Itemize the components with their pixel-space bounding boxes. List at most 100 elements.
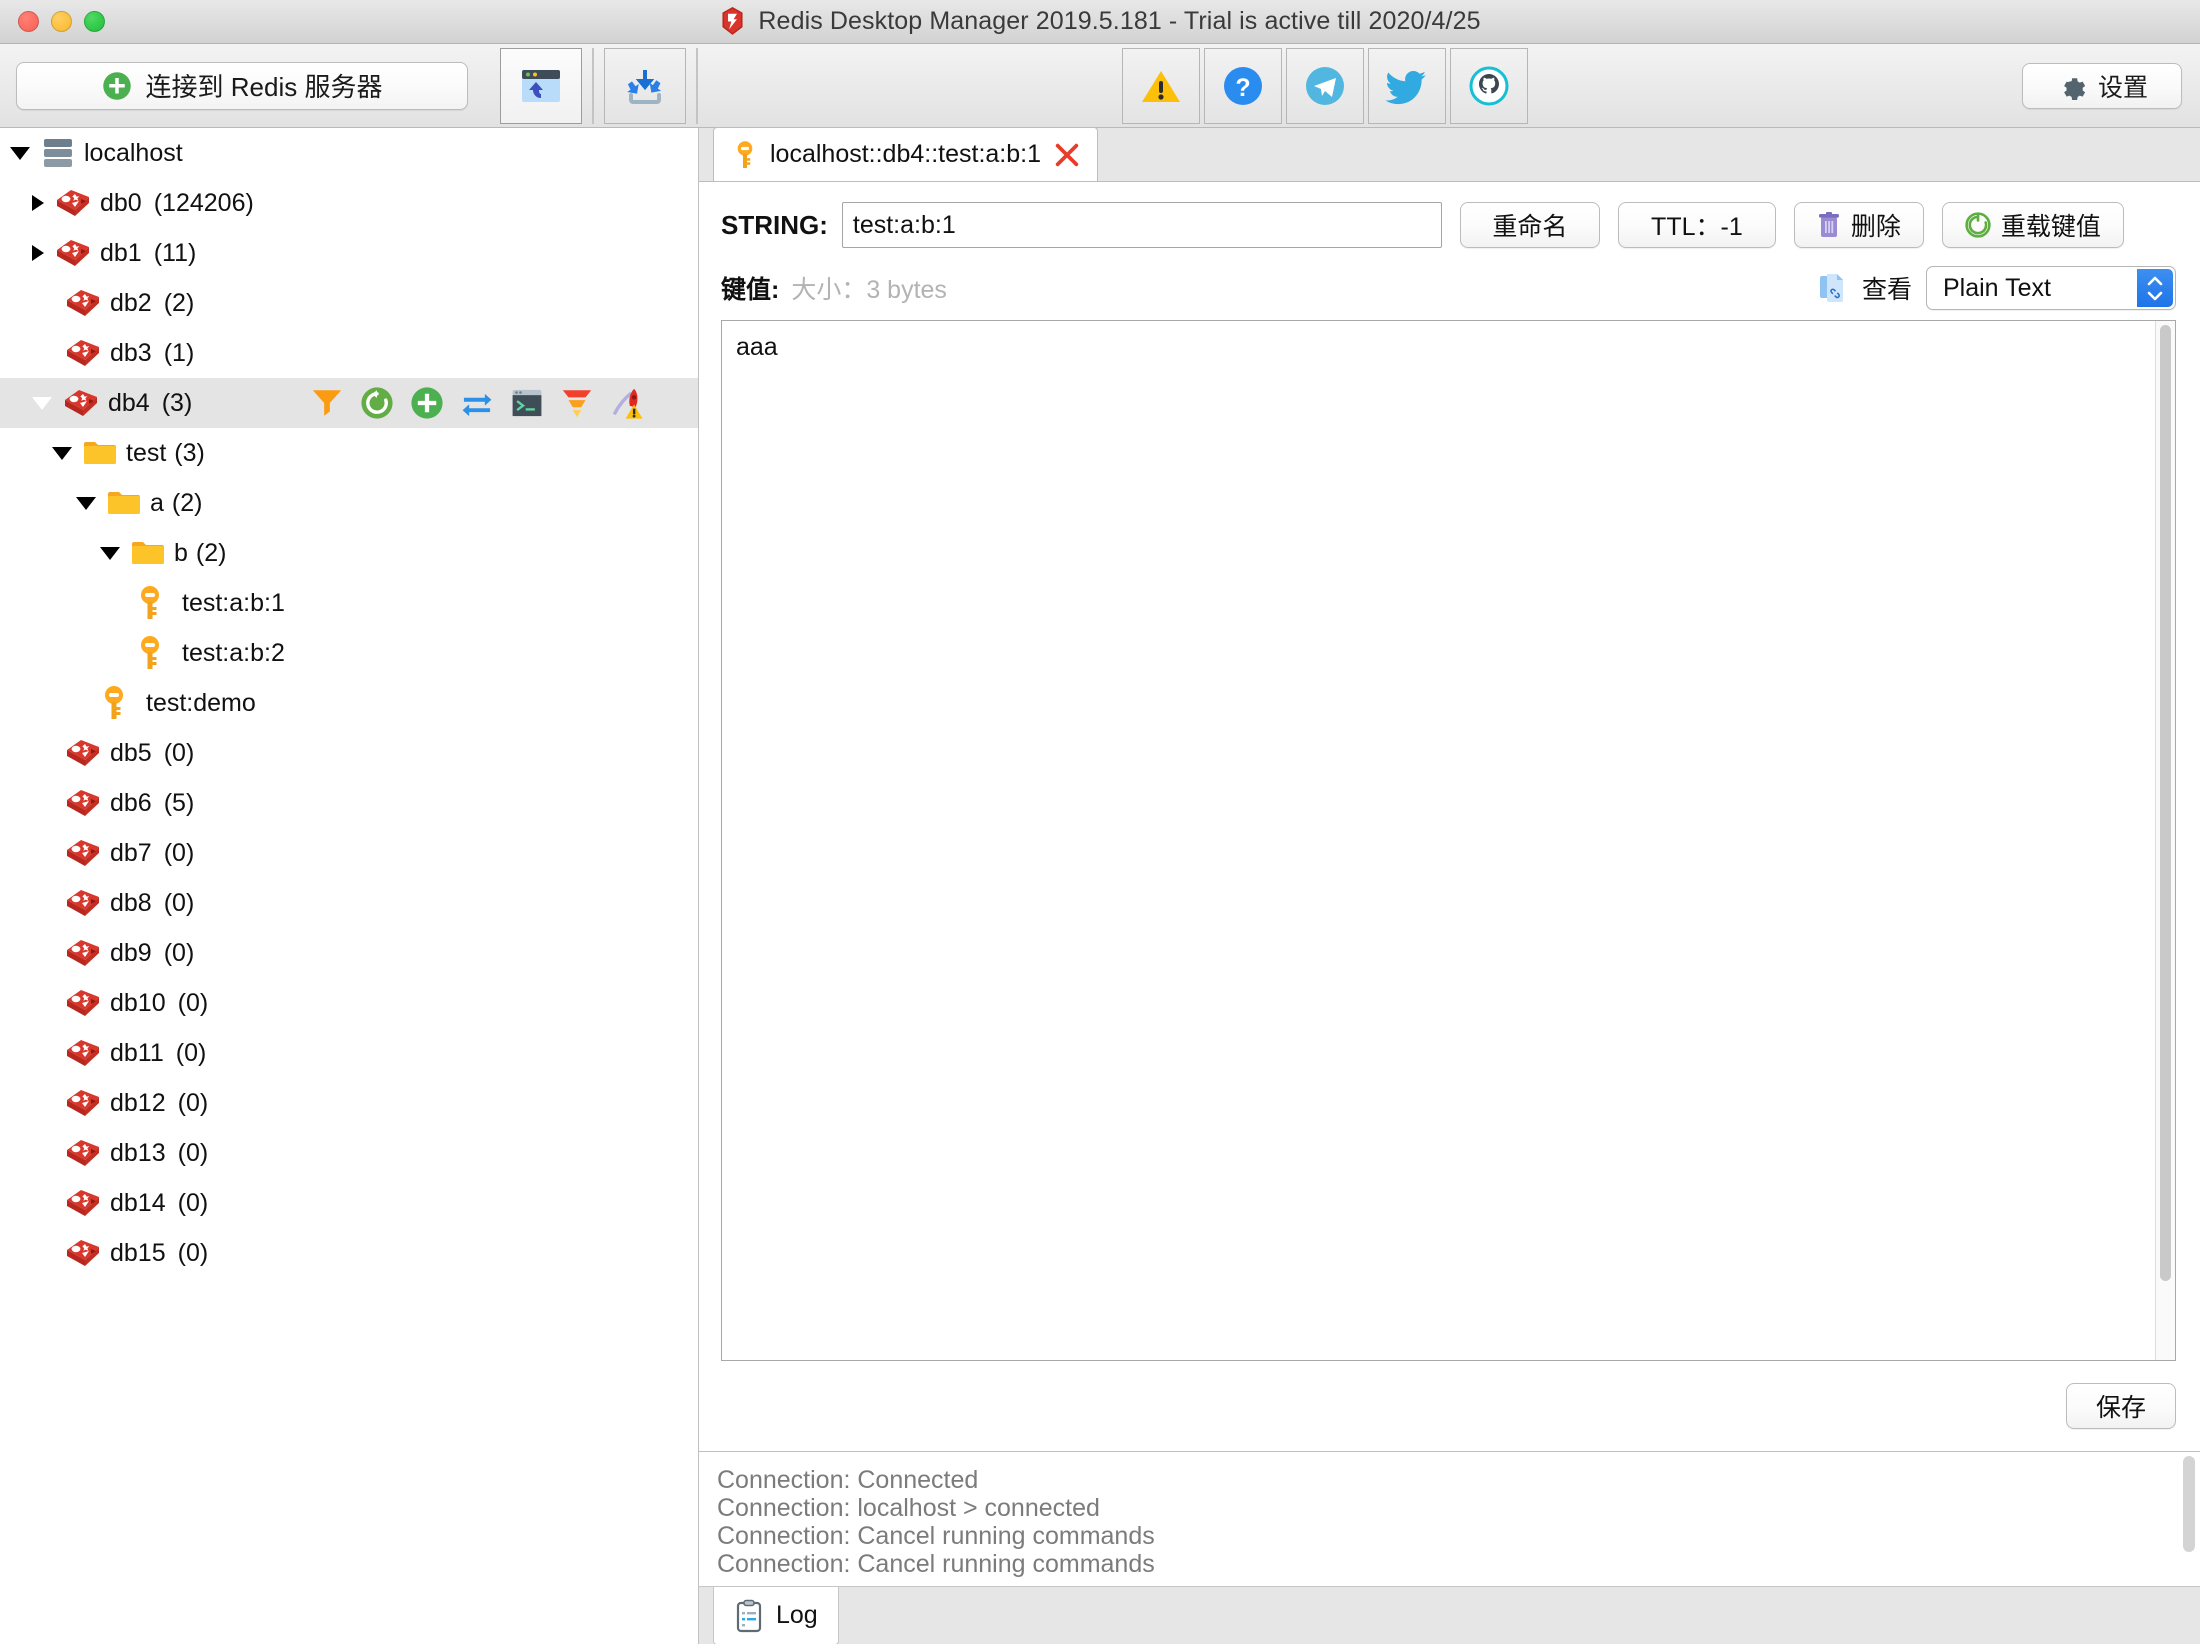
- value-editor-text[interactable]: aaa: [722, 321, 2155, 1360]
- delete-key-button[interactable]: 删除: [1793, 202, 1924, 248]
- bulk-operations-icon[interactable]: [560, 386, 594, 420]
- warning-button[interactable]: [1122, 47, 1200, 124]
- import-connections-button[interactable]: [500, 47, 582, 124]
- value-editor[interactable]: aaa: [721, 320, 2176, 1361]
- chevron-updown-icon[interactable]: [2137, 269, 2173, 307]
- key-name-input[interactable]: [841, 202, 1442, 248]
- tree-item-db5[interactable]: db5 (0): [0, 728, 698, 778]
- value-editor-scrollbar[interactable]: [2155, 321, 2175, 1360]
- tree-item-key-2[interactable]: test:a:b:2: [0, 628, 698, 678]
- github-button[interactable]: [1450, 47, 1528, 124]
- tree-item-folder-test[interactable]: test (3): [0, 428, 698, 478]
- chevron-right-icon[interactable]: [32, 245, 44, 261]
- tree-item-db3[interactable]: db3 (1): [0, 328, 698, 378]
- tree-item-db14[interactable]: db14 (0): [0, 1178, 698, 1228]
- tree-label-db11: db11: [110, 1038, 164, 1067]
- tree-item-db7[interactable]: db7 (0): [0, 828, 698, 878]
- tree-item-db6[interactable]: db6 (5): [0, 778, 698, 828]
- ttl-button[interactable]: TTL：-1: [1617, 202, 1776, 248]
- tree-item-folder-b[interactable]: b (2): [0, 528, 698, 578]
- reload-value-button[interactable]: 重载键值: [1941, 202, 2124, 248]
- tree-item-localhost[interactable]: localhost: [0, 128, 698, 178]
- reload-icon[interactable]: [360, 386, 394, 420]
- settings-button[interactable]: 设置: [2022, 62, 2182, 109]
- tree-item-db8[interactable]: db8 (0): [0, 878, 698, 928]
- tab-log[interactable]: Log: [713, 1587, 839, 1644]
- live-update-icon[interactable]: [460, 386, 494, 420]
- chevron-down-icon[interactable]: [100, 546, 120, 560]
- log-line: Connection: localhost > connected: [717, 1494, 1100, 1522]
- tree-item-db0[interactable]: db0 (124206): [0, 178, 698, 228]
- delete-key-label: 删除: [1850, 213, 1901, 241]
- folder-icon: [84, 442, 116, 464]
- telegram-button[interactable]: [1286, 47, 1364, 124]
- database-icon: [67, 1090, 99, 1116]
- help-button[interactable]: ?: [1204, 47, 1282, 124]
- tree-item-db11[interactable]: db11 (0): [0, 1028, 698, 1078]
- scrollbar-thumb[interactable]: [2160, 325, 2171, 1281]
- close-icon[interactable]: [1053, 141, 1081, 169]
- value-header-row: 键值: 大小：3 bytes 查看 Plain Text: [699, 248, 2200, 320]
- tree-item-key-demo[interactable]: test:demo: [0, 678, 698, 728]
- tree-label-key-2: test:a:b:2: [182, 638, 285, 667]
- flush-db-icon[interactable]: [610, 386, 644, 420]
- window-controls[interactable]: [0, 11, 105, 32]
- tree-label-folder-test: test: [126, 438, 167, 467]
- scrollbar-thumb[interactable]: [2183, 1456, 2195, 1552]
- chevron-down-icon[interactable]: [76, 496, 96, 510]
- save-button[interactable]: 保存: [2066, 1383, 2176, 1429]
- twitter-icon: [1385, 70, 1426, 104]
- tree-count-db1: (11): [153, 238, 197, 267]
- tree-indent-spacer: [32, 1153, 54, 1154]
- redis-logo-icon: [722, 7, 743, 35]
- tree-indent-spacer: [32, 303, 54, 304]
- chevron-down-icon[interactable]: [10, 146, 30, 160]
- tree-item-db4[interactable]: db4 (3): [0, 378, 698, 428]
- tree-item-db12[interactable]: db12 (0): [0, 1078, 698, 1128]
- download-import-icon: [627, 69, 662, 104]
- database-icon: [67, 1040, 99, 1066]
- github-icon: [1469, 66, 1509, 105]
- database-icon: [67, 890, 99, 916]
- tree-count-db9: (0): [163, 938, 195, 967]
- svg-text:?: ?: [1235, 74, 1250, 102]
- twitter-button[interactable]: [1368, 47, 1446, 124]
- chevron-right-icon[interactable]: [32, 195, 44, 211]
- save-button-label: 保存: [2095, 1394, 2146, 1422]
- connect-to-redis-server-button[interactable]: 连接到 Redis 服务器: [16, 61, 468, 110]
- tree-item-folder-a[interactable]: a (2): [0, 478, 698, 528]
- tree-indent-spacer: [32, 353, 54, 354]
- tree-item-key-1[interactable]: test:a:b:1: [0, 578, 698, 628]
- tree-indent-spacer: [32, 1003, 54, 1004]
- database-icon: [67, 790, 99, 816]
- value-format-select[interactable]: Plain Text: [1926, 266, 2176, 310]
- tree-count-db15: (0): [177, 1238, 209, 1267]
- tree-item-db2[interactable]: db2 (2): [0, 278, 698, 328]
- plus-circle-icon: [102, 71, 131, 100]
- connections-tree-sidebar[interactable]: localhost db0 (124206) db1 (11) db2 (2) …: [0, 128, 699, 1644]
- chevron-down-icon[interactable]: [32, 396, 52, 410]
- tree-indent-spacer: [32, 1203, 54, 1204]
- tree-indent-spacer: [32, 803, 54, 804]
- console-icon[interactable]: [510, 386, 544, 420]
- tree-item-db13[interactable]: db13 (0): [0, 1128, 698, 1178]
- key-tab[interactable]: localhost::db4::test:a:b:1: [713, 127, 1099, 181]
- close-window-button[interactable]: [18, 11, 39, 32]
- minimize-window-button[interactable]: [51, 11, 72, 32]
- rename-key-button[interactable]: 重命名: [1459, 202, 1600, 248]
- tree-item-db10[interactable]: db10 (0): [0, 978, 698, 1028]
- trash-icon: [1818, 212, 1839, 237]
- maximize-window-button[interactable]: [84, 11, 105, 32]
- tree-item-db9[interactable]: db9 (0): [0, 928, 698, 978]
- tree-label-db13: db13: [110, 1138, 166, 1167]
- log-scrollbar[interactable]: [2180, 1456, 2198, 1552]
- add-key-icon[interactable]: [410, 386, 444, 420]
- tree-item-db1[interactable]: db1 (11): [0, 228, 698, 278]
- chevron-down-icon[interactable]: [52, 446, 72, 460]
- filter-icon[interactable]: [310, 386, 344, 420]
- log-panel: Connection: Connected Connection: localh…: [699, 1452, 2200, 1644]
- tree-item-db15[interactable]: db15 (0): [0, 1228, 698, 1278]
- import-data-button[interactable]: [604, 47, 686, 124]
- tree-label-db10: db10: [110, 988, 166, 1017]
- tree-count-db0: (124206): [153, 188, 254, 217]
